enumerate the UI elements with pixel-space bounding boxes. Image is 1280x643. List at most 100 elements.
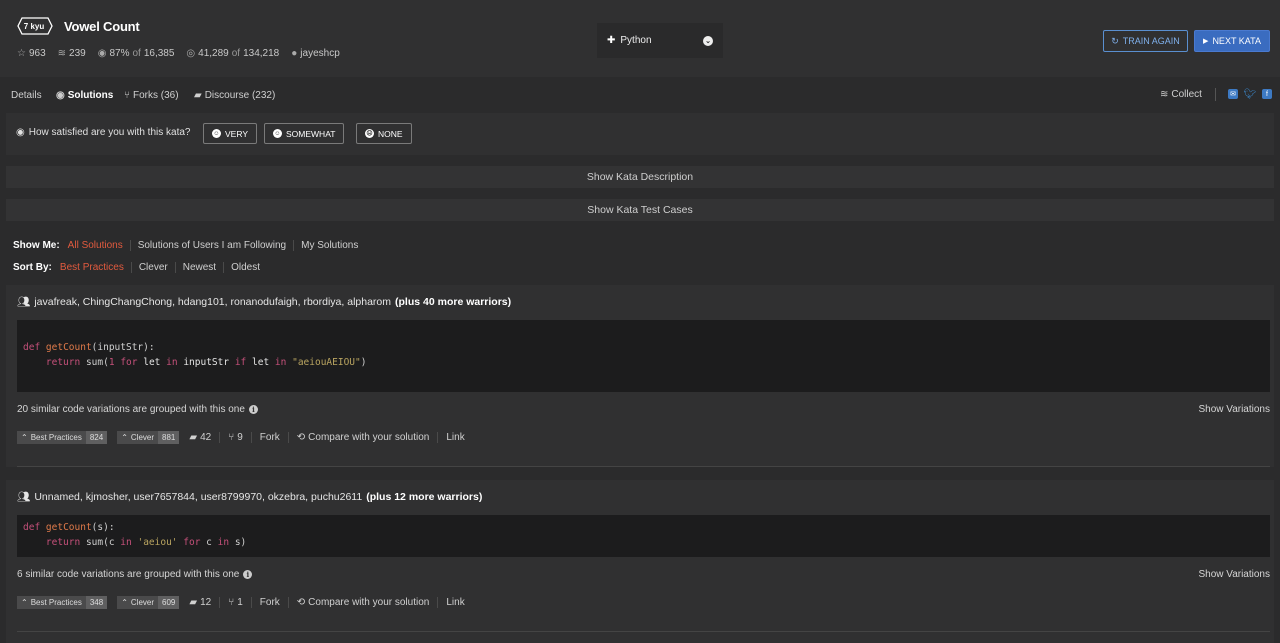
- comments-count: 42: [200, 432, 212, 443]
- language-select[interactable]: ✚ Python ⌄: [597, 23, 723, 58]
- author-name: jayeshcp: [300, 48, 340, 59]
- sort-clever[interactable]: Clever: [130, 262, 175, 273]
- comments-button[interactable]: ▰ 42: [189, 432, 219, 443]
- users-icon: 👥︎: [17, 296, 31, 308]
- clever-count: 881: [158, 431, 180, 444]
- show-variations-link[interactable]: Show Variations: [1198, 404, 1270, 415]
- similar-variations-note: 6 similar code variations are grouped wi…: [17, 569, 253, 580]
- users-list[interactable]: javafreak, ChingChangChong, hdang101, ro…: [34, 296, 391, 308]
- clever-vote[interactable]: ⌃ Clever 881: [117, 431, 180, 444]
- layers-icon: ≋: [1160, 89, 1169, 100]
- solution-users: 👥︎ javafreak, ChingChangChong, hdang101,…: [17, 295, 511, 309]
- of-label: of: [132, 48, 141, 59]
- filter-all-solutions[interactable]: All Solutions: [68, 240, 130, 251]
- next-kata-button[interactable]: ▶ NEXT KATA: [1194, 30, 1270, 52]
- solution-actions: ⌃ Best Practices 348 ⌃ Clever 609 ▰ 12 ⑂ 1 For…: [17, 596, 473, 609]
- clever-vote[interactable]: ⌃ Clever 609: [117, 596, 180, 609]
- fork-link[interactable]: Fork: [250, 432, 288, 443]
- completion-stat: ◎ 41,289 of 134,218: [186, 48, 279, 59]
- best-practices-vote[interactable]: ⌃ Best Practices 824: [17, 431, 108, 444]
- best-practices-label: Best Practices: [30, 433, 82, 442]
- completed-count: 41,289: [198, 48, 229, 59]
- divider: [17, 466, 1270, 467]
- author-stat[interactable]: ● jayeshcp: [291, 48, 340, 59]
- tab-details[interactable]: Details: [11, 90, 42, 101]
- facebook-share-icon[interactable]: f: [1262, 89, 1272, 99]
- best-practices-count: 348: [85, 596, 108, 609]
- comments-icon: ▰: [189, 432, 198, 443]
- fork-link[interactable]: Fork: [250, 597, 288, 608]
- sort-oldest[interactable]: Oldest: [223, 262, 267, 273]
- train-again-label: TRAIN AGAIN: [1122, 36, 1180, 46]
- twitter-share-icon[interactable]: 🐦︎: [1244, 89, 1257, 100]
- solution-actions: ⌃ Best Practices 824 ⌃ Clever 881 ▰ 42 ⑂ 9 For…: [17, 431, 473, 444]
- collections-stat[interactable]: ≋ 239: [58, 48, 86, 59]
- language-label: Python: [620, 35, 652, 46]
- satisfaction-stat: ◉ 87% of 16,385: [98, 48, 175, 59]
- users-icon: 👥︎: [17, 491, 31, 503]
- of-label-2: of: [231, 48, 241, 59]
- forks-button[interactable]: ⑂ 9: [219, 432, 251, 443]
- sort-best-practices[interactable]: Best Practices: [60, 262, 131, 273]
- layers-icon: ≋: [57, 48, 67, 59]
- vote-somewhat-button[interactable]: ☺ SOMEWHAT: [264, 123, 345, 144]
- clever-label: Clever: [130, 433, 155, 442]
- chevron-up-icon: ⌃: [21, 598, 28, 607]
- user-icon: ●: [291, 48, 298, 59]
- collections-count: 239: [69, 48, 86, 59]
- similar-variations-note: 20 similar code variations are grouped w…: [17, 404, 258, 415]
- show-description-bar[interactable]: Show Kata Description: [6, 166, 1274, 188]
- tab-bar: [0, 78, 1280, 112]
- satisfaction-question-text: How satisfied are you with this kata?: [28, 127, 191, 138]
- comments-icon: ▰: [189, 597, 198, 608]
- train-again-button[interactable]: ↻ TRAIN AGAIN: [1103, 30, 1188, 52]
- info-icon[interactable]: i: [243, 570, 253, 579]
- permalink[interactable]: Link: [437, 432, 472, 443]
- code-block: def getCount(inputStr): return sum(1 for…: [17, 320, 1270, 392]
- tab-solutions[interactable]: ◉ Solutions: [56, 90, 113, 101]
- smile-icon: ☺: [212, 129, 221, 138]
- sort-by-filter: Sort By: Best Practices Clever Newest Ol…: [13, 262, 267, 273]
- vote-very-button[interactable]: ☺ VERY: [203, 123, 257, 144]
- solutions-icon: ◉: [56, 90, 65, 101]
- python-icon: ✚: [607, 35, 616, 46]
- divider: [17, 631, 1270, 632]
- email-share-icon[interactable]: ✉: [1228, 89, 1238, 99]
- compare-button[interactable]: ⟲ Compare with your solution: [287, 597, 438, 608]
- show-test-cases-bar[interactable]: Show Kata Test Cases: [6, 199, 1274, 221]
- info-icon[interactable]: i: [248, 405, 258, 414]
- best-practices-label: Best Practices: [30, 598, 82, 607]
- sort-newest[interactable]: Newest: [174, 262, 223, 273]
- code-block: def getCount(s): return sum(c in 'aeiou'…: [17, 515, 1270, 557]
- best-practices-vote[interactable]: ⌃ Best Practices 348: [17, 596, 108, 609]
- solution-users: 👥︎ Unnamed, kjmosher, user7657844, user8…: [17, 490, 483, 504]
- code-line: return sum(c in 'aeiou' for c in s): [45, 537, 247, 548]
- tab-details-label: Details: [11, 90, 42, 101]
- more-warriors: (plus 12 more warriors): [366, 490, 483, 503]
- chevron-up-icon: ⌃: [121, 598, 128, 607]
- tab-discourse[interactable]: ▰ Discourse (232): [194, 90, 275, 101]
- comments-button[interactable]: ▰ 12: [189, 597, 219, 608]
- kata-title[interactable]: Vowel Count: [64, 19, 140, 34]
- compare-icon: ⟲: [296, 432, 306, 443]
- vote-none-button[interactable]: ☹ NONE: [356, 123, 412, 144]
- collect-button[interactable]: ≋ Collect: [1160, 89, 1202, 100]
- show-variations-link[interactable]: Show Variations: [1198, 569, 1270, 580]
- clever-count: 609: [158, 596, 180, 609]
- sort-by-label: Sort By:: [13, 262, 52, 273]
- stars-stat[interactable]: ☆ 963: [17, 48, 46, 59]
- filter-following[interactable]: Solutions of Users I am Following: [129, 240, 293, 251]
- code-line: def getCount(inputStr):: [23, 342, 155, 353]
- refresh-icon: ↻: [1111, 35, 1119, 46]
- kata-stats: ☆ 963 ≋ 239 ◉ 87% of 16,385 ◎ 41,289 of 134,…: [17, 48, 340, 59]
- similar-variations-text: 20 similar code variations are grouped w…: [17, 404, 245, 415]
- vote-none-label: NONE: [378, 128, 403, 139]
- users-list[interactable]: Unnamed, kjmosher, user7657844, user8799…: [34, 491, 362, 503]
- collect-label: Collect: [1171, 89, 1202, 100]
- forks-button[interactable]: ⑂ 1: [219, 597, 251, 608]
- tab-forks[interactable]: ⑂ Forks (36): [124, 90, 179, 101]
- permalink[interactable]: Link: [437, 597, 472, 608]
- filter-my-solutions[interactable]: My Solutions: [293, 240, 365, 251]
- stars-count: 963: [28, 48, 46, 59]
- compare-button[interactable]: ⟲ Compare with your solution: [287, 432, 438, 443]
